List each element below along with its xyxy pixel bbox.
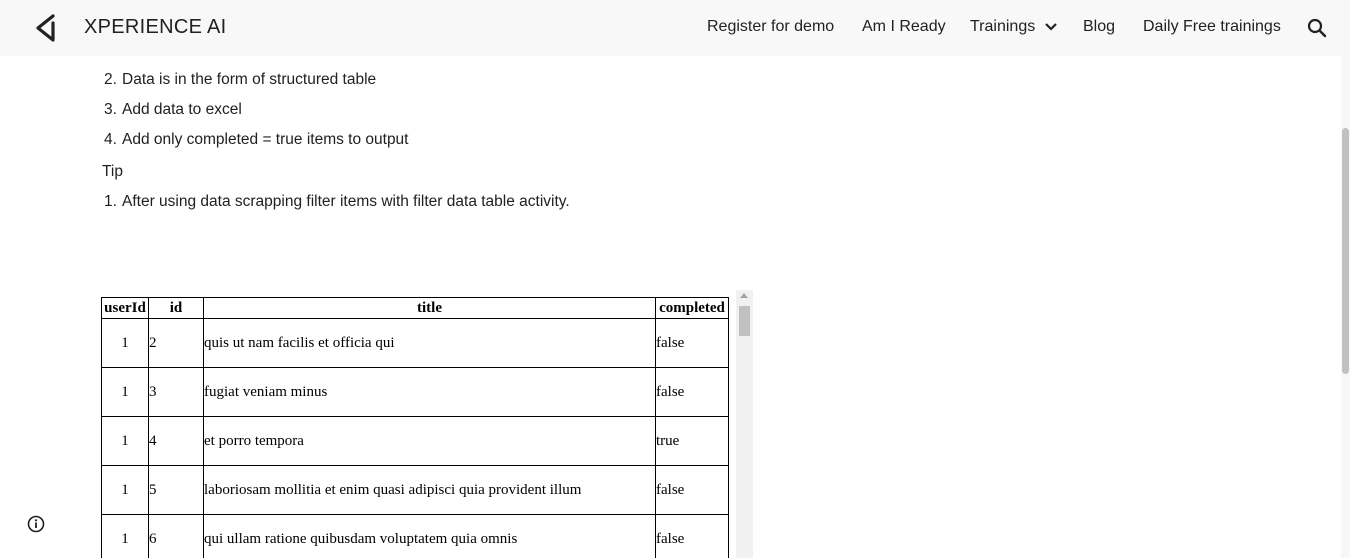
info-icon[interactable] — [27, 515, 45, 533]
cell-userid: 1 — [101, 416, 149, 466]
list-text: Add only completed = true items to outpu… — [122, 131, 409, 148]
cell-userid: 1 — [101, 514, 149, 558]
cell-id: 4 — [148, 416, 204, 466]
cell-id: 3 — [148, 367, 204, 417]
table-frame-scroll-thumb[interactable] — [739, 306, 750, 336]
main-nav: Register for demo Am I Ready Trainings B… — [0, 18, 1341, 40]
requirement-item: 4. Add only completed = true items to out… — [104, 131, 409, 149]
todo-data-table: userId id title completed 1 2 quis ut na… — [101, 297, 729, 558]
nav-register-for-demo[interactable]: Register for demo — [707, 18, 834, 36]
list-number: 3. — [104, 101, 117, 118]
list-text: Add data to excel — [122, 101, 242, 118]
cell-completed: true — [655, 416, 729, 466]
chevron-down-icon — [1044, 22, 1057, 31]
nav-trainings[interactable]: Trainings — [970, 18, 1058, 36]
cell-id: 5 — [148, 465, 204, 515]
list-text: Data is in the form of structured table — [122, 71, 377, 88]
cell-completed: false — [655, 367, 729, 417]
cell-title: laboriosam mollitia et enim quasi adipis… — [203, 465, 656, 515]
cell-completed: false — [655, 465, 729, 515]
cell-title: fugiat veniam minus — [203, 367, 656, 417]
column-header-completed: completed — [655, 297, 729, 319]
cell-title: qui ullam ratione quibusdam voluptatem q… — [203, 514, 656, 558]
table-row: 1 4 et porro tempora true — [101, 416, 729, 466]
nav-am-i-ready[interactable]: Am I Ready — [862, 18, 946, 36]
page-scroll-thumb[interactable] — [1342, 128, 1349, 374]
table-frame-scrollbar[interactable] — [736, 290, 753, 558]
search-icon[interactable] — [1306, 17, 1328, 39]
cell-completed: false — [655, 318, 729, 368]
cell-title: et porro tempora — [203, 416, 656, 466]
page-scrollbar[interactable] — [1341, 0, 1350, 558]
cell-id: 6 — [148, 514, 204, 558]
nav-trainings-label: Trainings — [970, 18, 1036, 35]
requirement-item: 2. Data is in the form of structured tabl… — [104, 71, 376, 89]
requirement-item: 3. Add data to excel — [104, 101, 242, 119]
cell-userid: 1 — [101, 465, 149, 515]
table-row: 1 3 fugiat veniam minus false — [101, 367, 729, 417]
tip-heading: Tip — [102, 163, 123, 180]
table-header-row: userId id title completed — [101, 297, 729, 319]
tip-item: 1. After using data scrapping filter item… — [104, 193, 570, 211]
cell-userid: 1 — [101, 318, 149, 368]
cell-userid: 1 — [101, 367, 149, 417]
column-header-title: title — [203, 297, 656, 319]
scroll-up-arrow-icon[interactable] — [740, 293, 748, 298]
list-text: After using data scrapping filter items … — [122, 193, 570, 210]
site-header: XPERIENCE AI Register for demo Am I Read… — [0, 0, 1341, 56]
nav-blog[interactable]: Blog — [1083, 18, 1115, 36]
nav-daily-free-trainings[interactable]: Daily Free trainings — [1143, 18, 1281, 36]
list-number: 4. — [104, 131, 117, 148]
column-header-id: id — [148, 297, 204, 319]
table-row: 1 2 quis ut nam facilis et officia qui f… — [101, 318, 729, 368]
table-row: 1 5 laboriosam mollitia et enim quasi ad… — [101, 465, 729, 515]
table-row: 1 6 qui ullam ratione quibusdam voluptat… — [101, 514, 729, 558]
cell-id: 2 — [148, 318, 204, 368]
column-header-userid: userId — [101, 297, 149, 319]
page-content: 2. Data is in the form of structured tabl… — [0, 56, 1341, 558]
cell-title: quis ut nam facilis et officia qui — [203, 318, 656, 368]
list-number: 2. — [104, 71, 117, 88]
list-number: 1. — [104, 193, 117, 210]
cell-completed: false — [655, 514, 729, 558]
